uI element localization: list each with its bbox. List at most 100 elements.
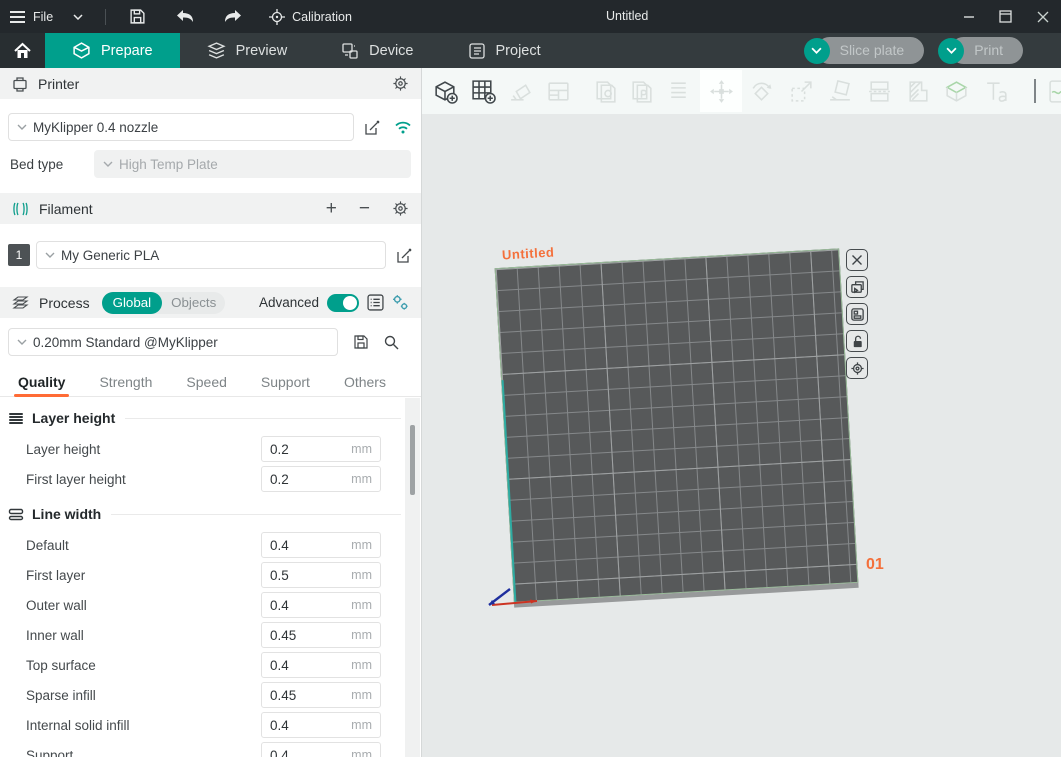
- group-title: Layer height: [32, 410, 115, 426]
- print-options-button[interactable]: [938, 38, 964, 64]
- assembly-view-icon: [665, 78, 692, 105]
- line-width-icon: [8, 507, 24, 522]
- calibration-label: Calibration: [292, 10, 352, 24]
- tab-quality[interactable]: Quality: [16, 368, 67, 396]
- setting-unit: mm: [351, 658, 380, 672]
- process-params-button[interactable]: [392, 294, 409, 311]
- lock-plate-button[interactable]: [846, 330, 868, 352]
- assembly-view-button[interactable]: [665, 78, 692, 105]
- settings-scrollbar-track[interactable]: [405, 398, 420, 757]
- text-tool-button[interactable]: [983, 78, 1010, 105]
- close-button[interactable]: [1024, 0, 1061, 33]
- setting-label: Sparse infill: [26, 688, 96, 703]
- process-list-view-button[interactable]: [367, 294, 384, 311]
- support-line-width-input[interactable]: 0.4 mm: [261, 742, 381, 757]
- setting-label: Inner wall: [26, 628, 84, 643]
- default-line-width-input[interactable]: 0.4 mm: [261, 532, 381, 558]
- printer-settings-button[interactable]: [392, 75, 409, 92]
- maximize-button[interactable]: [987, 0, 1024, 33]
- tab-speed[interactable]: Speed: [184, 368, 228, 396]
- add-model-button[interactable]: [432, 78, 459, 105]
- filament-settings-button[interactable]: [392, 200, 409, 217]
- edit-printer-preset-button[interactable]: [364, 119, 381, 136]
- move-tool-button[interactable]: [708, 78, 735, 105]
- remove-filament-button[interactable]: −: [359, 199, 370, 218]
- outer-wall-line-width-input[interactable]: 0.4 mm: [261, 592, 381, 618]
- slice-options-button[interactable]: [804, 38, 830, 64]
- tab-support[interactable]: Support: [259, 368, 312, 396]
- setting-unit: mm: [351, 538, 380, 552]
- file-menu-chevron-button[interactable]: [59, 14, 97, 20]
- setting-value: 0.4: [262, 748, 289, 757]
- bed-type-select[interactable]: High Temp Plate: [94, 150, 411, 178]
- build-plate[interactable]: [495, 248, 859, 602]
- auto-orient-button[interactable]: [508, 78, 535, 105]
- lay-on-face-button[interactable]: [827, 78, 854, 105]
- seam-paint-button[interactable]: [1047, 78, 1061, 105]
- sparse-infill-line-width-input[interactable]: 0.45 mm: [261, 682, 381, 708]
- tab-prepare-label: Prepare: [101, 43, 153, 59]
- tab-device[interactable]: Device: [314, 33, 440, 68]
- tab-project[interactable]: Project: [441, 33, 568, 68]
- tab-prepare[interactable]: Prepare: [45, 33, 180, 68]
- undo-icon: [176, 9, 194, 24]
- setting-value: 0.45: [262, 628, 296, 643]
- setting-unit: mm: [351, 598, 380, 612]
- slice-plate-button[interactable]: Slice plate: [816, 37, 925, 64]
- titlebar: File Calibration Untitled: [0, 0, 1061, 33]
- file-menu-label: File: [33, 10, 53, 24]
- tab-others[interactable]: Others: [342, 368, 388, 396]
- filament-preset-select[interactable]: My Generic PLA: [36, 241, 386, 269]
- layer-height-input[interactable]: 0.2 mm: [261, 436, 381, 462]
- home-button[interactable]: [0, 33, 45, 68]
- top-surface-line-width-input[interactable]: 0.4 mm: [261, 652, 381, 678]
- scope-objects-button[interactable]: Objects: [162, 295, 225, 310]
- viewport-3d[interactable]: Untitled 01: [422, 68, 1061, 757]
- tab-strength[interactable]: Strength: [97, 368, 154, 396]
- save-preset-button[interactable]: [353, 334, 369, 350]
- inner-wall-line-width-input[interactable]: 0.45 mm: [261, 622, 381, 648]
- process-preset-select[interactable]: 0.20mm Standard @MyKlipper: [8, 328, 338, 356]
- tab-preview[interactable]: Preview: [180, 33, 315, 68]
- add-plate-button[interactable]: [470, 78, 497, 105]
- scale-tool-button[interactable]: [788, 78, 815, 105]
- setting-label: Default: [26, 538, 69, 553]
- process-section-header: Process Global Objects Advanced: [0, 287, 421, 318]
- edit-filament-preset-button[interactable]: [396, 247, 413, 264]
- scope-global-button[interactable]: Global: [102, 292, 163, 314]
- plate-name-label[interactable]: Untitled: [502, 245, 555, 263]
- file-menu-button[interactable]: File: [0, 0, 59, 33]
- printer-connection-button[interactable]: [393, 119, 413, 135]
- search-icon: [383, 334, 399, 350]
- printer-icon: [12, 76, 28, 92]
- setting-unit: mm: [351, 628, 380, 642]
- plate-gear-button[interactable]: [846, 357, 868, 379]
- internal-solid-infill-line-width-input[interactable]: 0.4 mm: [261, 712, 381, 738]
- settings-scrollbar-thumb[interactable]: [410, 425, 415, 495]
- plate-settings-button[interactable]: [846, 303, 868, 325]
- meshfix-tool-button[interactable]: [905, 78, 932, 105]
- setting-value: 0.4: [262, 658, 289, 673]
- seam-paint-icon: [1047, 78, 1061, 105]
- advanced-toggle[interactable]: [327, 294, 359, 312]
- copy-button[interactable]: [592, 78, 619, 105]
- redo-button[interactable]: [209, 0, 257, 33]
- rotate-tool-button[interactable]: [748, 78, 775, 105]
- arrange-plate-button[interactable]: [846, 276, 868, 298]
- search-settings-button[interactable]: [383, 334, 399, 350]
- first-layer-height-input[interactable]: 0.2 mm: [261, 466, 381, 492]
- save-button[interactable]: [114, 0, 161, 33]
- minimize-button[interactable]: [950, 0, 987, 33]
- cut-tool-button[interactable]: [866, 78, 893, 105]
- maximize-icon: [999, 10, 1012, 23]
- arrange-button[interactable]: [545, 78, 572, 105]
- undo-button[interactable]: [161, 0, 209, 33]
- delete-plate-button[interactable]: [846, 249, 868, 271]
- add-filament-button[interactable]: +: [326, 199, 337, 218]
- calibration-button[interactable]: Calibration: [257, 0, 364, 33]
- color-paint-button[interactable]: [943, 78, 970, 105]
- paste-button[interactable]: [628, 78, 655, 105]
- setting-value: 0.5: [262, 568, 289, 583]
- first-layer-line-width-input[interactable]: 0.5 mm: [261, 562, 381, 588]
- printer-preset-select[interactable]: MyKlipper 0.4 nozzle: [8, 113, 354, 141]
